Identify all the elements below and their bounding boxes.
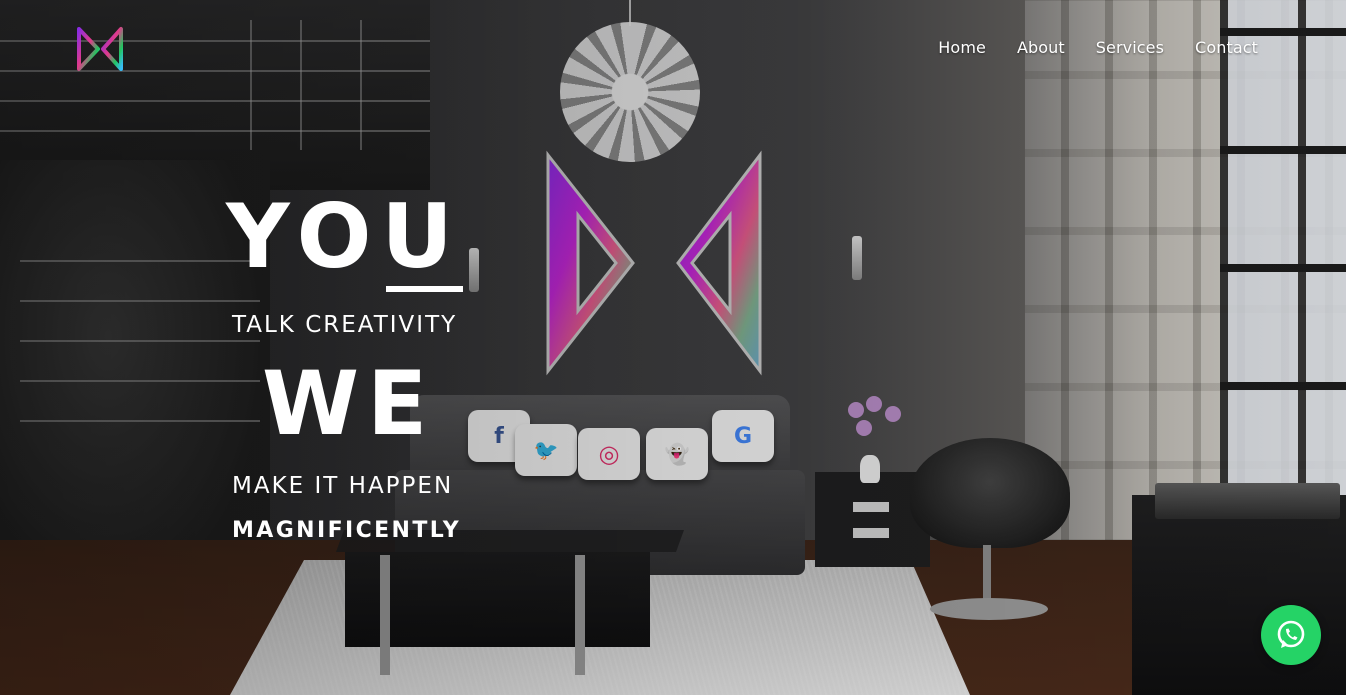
turntable [1155,483,1340,519]
facebook-icon: f [494,423,504,449]
chair-stem [983,545,991,605]
stair-rail [20,420,260,422]
flower [848,402,864,418]
table-leg [380,555,390,675]
whatsapp-icon [1277,620,1305,648]
egg-chair [910,438,1070,548]
google-icon: G [733,423,753,449]
side-table-drawer [853,528,889,538]
coffee-table [345,552,650,647]
hero-line-make-it-happen: MAKE IT HAPPEN [232,473,454,499]
nav-home[interactable]: Home [938,38,986,57]
table-leg [575,555,585,675]
instagram-pillow: ◎ [578,428,640,480]
balcony-rail [0,100,430,102]
cabinet [1132,495,1346,695]
wall-lamp [852,236,862,280]
hero-line-talk-creativity: TALK CREATIVITY [232,312,458,338]
hero-underline [386,286,463,292]
nav-contact[interactable]: Contact [1195,38,1258,57]
balcony-post [250,20,252,150]
snapchat-icon: 👻 [664,442,690,466]
twitter-pillow: 🐦 [515,424,577,476]
flower [885,406,901,422]
instagram-icon: ◎ [598,440,620,468]
side-table-drawer [853,502,889,512]
hero-section: f 🐦 ◎ 👻 G Home About Services Contact YO… [0,0,1346,695]
flower-vase [860,455,880,483]
wall-lamp [469,248,479,292]
stair-rail [20,260,260,262]
balcony-post [300,20,302,150]
pendant-lamp [560,22,700,162]
stair-rail [20,340,260,342]
window-bars [1220,0,1346,500]
hero-line-magnificently: MAGNIFICENTLY [232,518,462,543]
stair-rail [20,380,260,382]
balcony-rail [0,40,430,42]
nav-about[interactable]: About [1017,38,1065,57]
twitter-icon: 🐦 [533,438,559,462]
brand-logo-icon[interactable] [76,26,124,72]
main-nav: Home About Services Contact [938,38,1258,57]
stair-rail [20,300,260,302]
hero-line-you: YOU [226,185,463,288]
whatsapp-button[interactable] [1261,605,1321,665]
balcony-rail [0,70,430,72]
google-pillow: G [712,410,774,462]
nav-services[interactable]: Services [1096,38,1164,57]
hero-line-we: WE [262,352,436,455]
wall-logo [546,150,762,376]
flower [856,420,872,436]
balcony-post [360,20,362,150]
chair-base [930,598,1048,620]
balcony-rail [0,130,430,132]
snapchat-pillow: 👻 [646,428,708,480]
flower [866,396,882,412]
